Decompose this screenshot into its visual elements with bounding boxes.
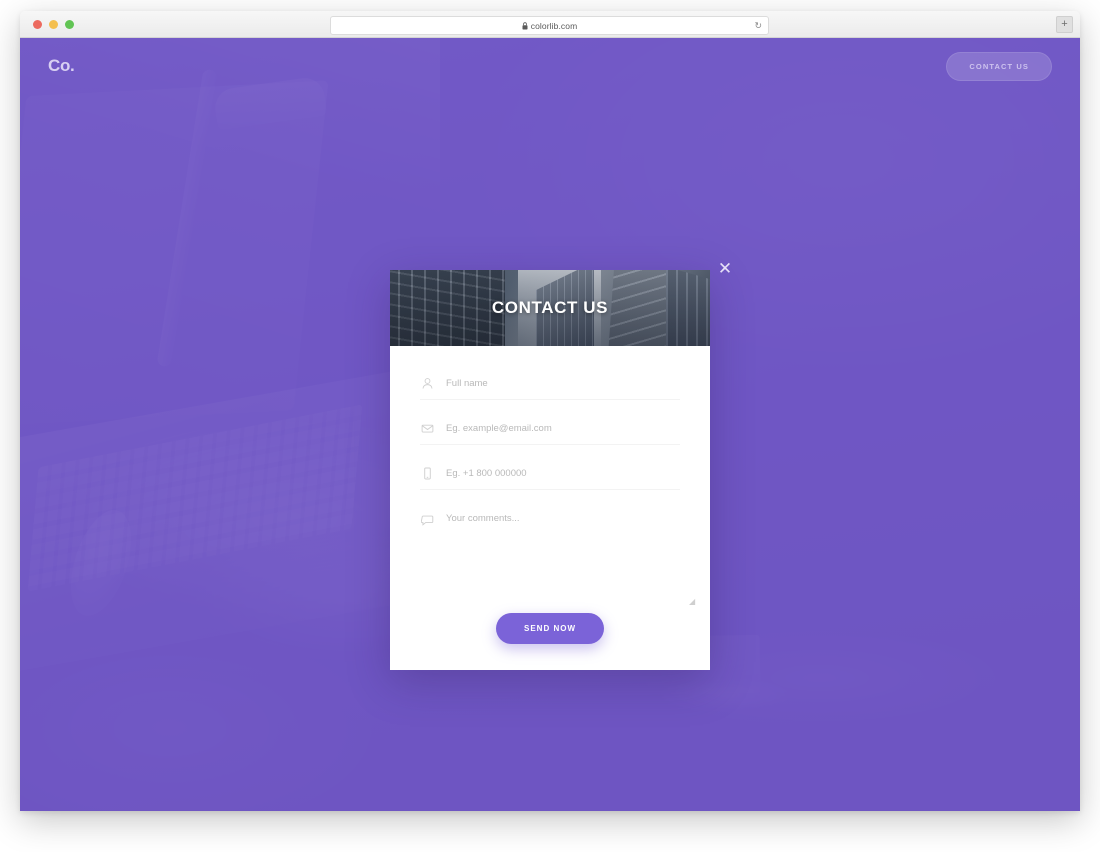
site-logo[interactable]: Co. — [48, 56, 75, 76]
send-now-button[interactable]: SEND NOW — [496, 613, 604, 644]
modal-title: CONTACT US — [491, 298, 609, 317]
browser-window: colorlib.com ↻ + Co. CONTACT US ✕ CONTAC… — [20, 11, 1080, 811]
lock-icon — [522, 21, 528, 30]
phone-field[interactable] — [420, 458, 680, 490]
comments-input[interactable] — [446, 512, 680, 598]
full-name-field[interactable] — [420, 368, 680, 400]
comment-icon — [420, 513, 434, 527]
modal-footer: SEND NOW — [420, 607, 680, 670]
traffic-lights — [33, 20, 74, 29]
url-text-wrap: colorlib.com — [522, 21, 578, 31]
user-icon — [420, 376, 434, 390]
reload-icon[interactable]: ↻ — [754, 21, 762, 30]
browser-chrome: colorlib.com ↻ + — [20, 11, 1080, 38]
textarea-resize-handle[interactable]: ◢ — [689, 598, 696, 606]
url-label: colorlib.com — [530, 20, 578, 31]
address-bar[interactable]: colorlib.com ↻ — [330, 16, 769, 35]
email-field[interactable] — [420, 413, 680, 445]
phone-input[interactable] — [446, 467, 680, 479]
page-viewport: Co. CONTACT US ✕ CONTACT US Full name Eg… — [20, 38, 1080, 811]
new-tab-button[interactable]: + — [1056, 16, 1073, 33]
envelope-icon — [420, 421, 434, 435]
email-input[interactable] — [446, 422, 680, 434]
nav-contact-us-button[interactable]: CONTACT US — [946, 51, 1052, 81]
minimize-window-button[interactable] — [49, 20, 58, 29]
close-window-button[interactable] — [33, 20, 42, 29]
full-name-input[interactable] — [446, 377, 680, 389]
modal-close-icon[interactable]: ✕ — [715, 259, 735, 279]
phone-icon — [420, 466, 434, 480]
modal-hero-image: CONTACT US — [390, 270, 710, 346]
comments-field[interactable]: ◢ — [420, 503, 695, 607]
contact-form: ◢ SEND NOW — [390, 346, 710, 670]
site-header: Co. CONTACT US — [20, 38, 1080, 94]
contact-modal: CONTACT US Full name Eg. example@email.c… — [390, 270, 710, 670]
zoom-window-button[interactable] — [65, 20, 74, 29]
